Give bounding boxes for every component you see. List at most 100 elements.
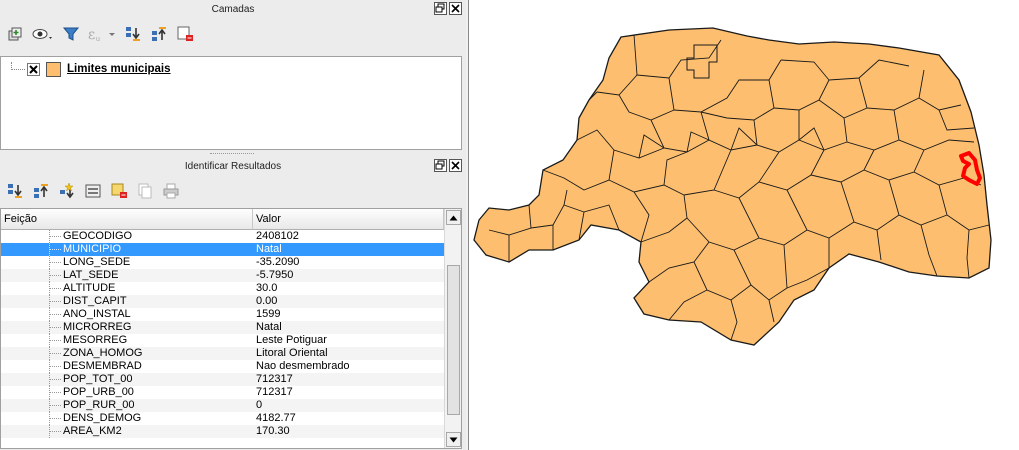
table-row[interactable]: POP_TOT_00 712317 (1, 373, 444, 386)
field-name: POP_URB_00 (63, 386, 134, 398)
table-row[interactable]: LONG_SEDE -35.2090 (1, 256, 444, 269)
add-group-button[interactable] (2, 22, 28, 46)
column-header-feature[interactable]: Feição (1, 209, 253, 230)
close-icon (451, 161, 460, 170)
field-value: 712317 (256, 373, 293, 385)
layer-item-limites-municipais[interactable]: Limites municipais (5, 61, 171, 77)
scroll-down-button[interactable] (446, 432, 461, 447)
expand-new-icon (60, 182, 74, 199)
table-row[interactable]: ANO_INSTAL 1599 (1, 308, 444, 321)
close-icon (451, 4, 460, 13)
filter-legend-button[interactable] (58, 22, 84, 46)
field-name: MICRORREG (63, 321, 132, 333)
field-name: DENS_DEMOG (63, 412, 142, 424)
remove-layer-button[interactable] (172, 22, 198, 46)
field-value: Nao desmembrado (256, 360, 350, 372)
table-row[interactable]: DENS_DEMOG 4182.77 (1, 412, 444, 425)
table-row[interactable]: GEOCODIGO 2408102 (1, 230, 444, 243)
collapse-all-icon (152, 27, 166, 41)
expand-all-button[interactable] (120, 22, 146, 46)
restore-icon (435, 3, 445, 13)
layer-visibility-checkbox[interactable] (27, 62, 40, 76)
field-value: 170.30 (256, 425, 290, 437)
manage-visibility-button[interactable] (28, 22, 58, 46)
municipal-boundaries-map (473, 27, 992, 346)
field-name: POP_RUR_00 (63, 399, 135, 411)
field-name: ALTITUDE (63, 282, 116, 294)
scrollbar-thumb[interactable] (447, 265, 460, 415)
identify-results-table: Feição Valor GEOCODIGO 2408102 MUNICIPIO N… (0, 208, 462, 449)
filter-expression-button[interactable]: εu (84, 22, 120, 46)
table-row[interactable]: DESMEMBRAD Nao desmembrado (1, 360, 444, 373)
open-form-button[interactable] (80, 179, 106, 203)
field-name: MUNICIPIO (63, 243, 122, 255)
table-row[interactable]: DIST_CAPIT 0.00 (1, 295, 444, 308)
layer-name-label[interactable]: Limites municipais (67, 63, 171, 75)
expand-tree-button[interactable] (2, 179, 28, 203)
remove-layer-icon (177, 26, 193, 41)
eye-icon (32, 29, 52, 39)
table-row[interactable]: AREA_KM2 170.30 (1, 425, 444, 438)
table-row[interactable]: POP_URB_00 712317 (1, 386, 444, 399)
field-value: 712317 (256, 386, 293, 398)
identify-dock-title: Identificar Resultados (184, 161, 282, 172)
svg-text:ε: ε (88, 27, 95, 43)
field-value: Litoral Oriental (256, 347, 328, 359)
print-button[interactable] (158, 179, 184, 203)
close-dock-button[interactable] (449, 159, 462, 172)
field-value: Natal (256, 321, 282, 333)
layer-symbol-swatch[interactable] (46, 61, 61, 77)
field-name: MESORREG (63, 334, 128, 346)
arrow-up-icon (449, 215, 458, 220)
table-row-selected[interactable]: MUNICIPIO Natal (1, 243, 444, 256)
field-name: ANO_INSTAL (63, 308, 131, 320)
expand-new-results-button[interactable] (54, 179, 80, 203)
table-row[interactable]: ALTITUDE 30.0 (1, 282, 444, 295)
identify-toolbar (2, 179, 184, 203)
field-name: DESMEMBRAD (63, 360, 142, 372)
dock-splitter[interactable] (0, 152, 466, 156)
layers-dock-title: Camadas (211, 4, 255, 15)
field-value: 4182.77 (256, 412, 296, 424)
filter-icon (62, 27, 80, 41)
field-value: 2408102 (256, 230, 299, 242)
field-name: DIST_CAPIT (63, 295, 127, 307)
column-header-value[interactable]: Valor (253, 209, 444, 230)
collapse-all-button[interactable] (146, 22, 172, 46)
add-group-icon (8, 27, 22, 41)
float-dock-button[interactable] (434, 2, 447, 15)
close-dock-button[interactable] (449, 2, 462, 15)
collapse-tree-button[interactable] (28, 179, 54, 203)
layers-toolbar: εu (2, 22, 198, 46)
copy-feature-button[interactable] (132, 179, 158, 203)
table-row[interactable]: LAT_SEDE -5.7950 (1, 269, 444, 282)
float-dock-button[interactable] (434, 159, 447, 172)
open-form-icon (85, 184, 101, 198)
vertical-scrollbar[interactable] (444, 209, 461, 448)
state-area (474, 28, 991, 345)
table-row[interactable]: MESORREG Leste Potiguar (1, 334, 444, 347)
field-value: -5.7950 (256, 269, 294, 281)
map-canvas[interactable] (468, 0, 1019, 450)
left-dock-area: Camadas εu Limites municipais Identifica… (0, 0, 466, 450)
expression-filter-icon: εu (88, 27, 115, 43)
layers-tree: Limites municipais (0, 56, 462, 150)
field-value: 0.00 (256, 295, 278, 307)
field-value: Natal (256, 243, 282, 255)
table-row[interactable]: POP_RUR_00 0 (1, 399, 444, 412)
expand-tree-icon (8, 184, 22, 198)
scroll-up-button[interactable] (446, 210, 461, 225)
expand-all-icon (126, 27, 140, 41)
collapse-tree-icon (34, 184, 48, 198)
clear-results-icon (111, 183, 127, 198)
field-value: 0 (256, 399, 263, 411)
copy-icon (138, 183, 152, 199)
print-icon (163, 183, 179, 199)
field-value: -35.2090 (256, 256, 300, 268)
checkmark-icon (29, 64, 38, 74)
field-name: GEOCODIGO (63, 230, 133, 242)
table-row[interactable]: ZONA_HOMOG Litoral Oriental (1, 347, 444, 360)
field-name: AREA_KM2 (63, 425, 122, 437)
table-row[interactable]: MICRORREG Natal (1, 321, 444, 334)
clear-results-button[interactable] (106, 179, 132, 203)
